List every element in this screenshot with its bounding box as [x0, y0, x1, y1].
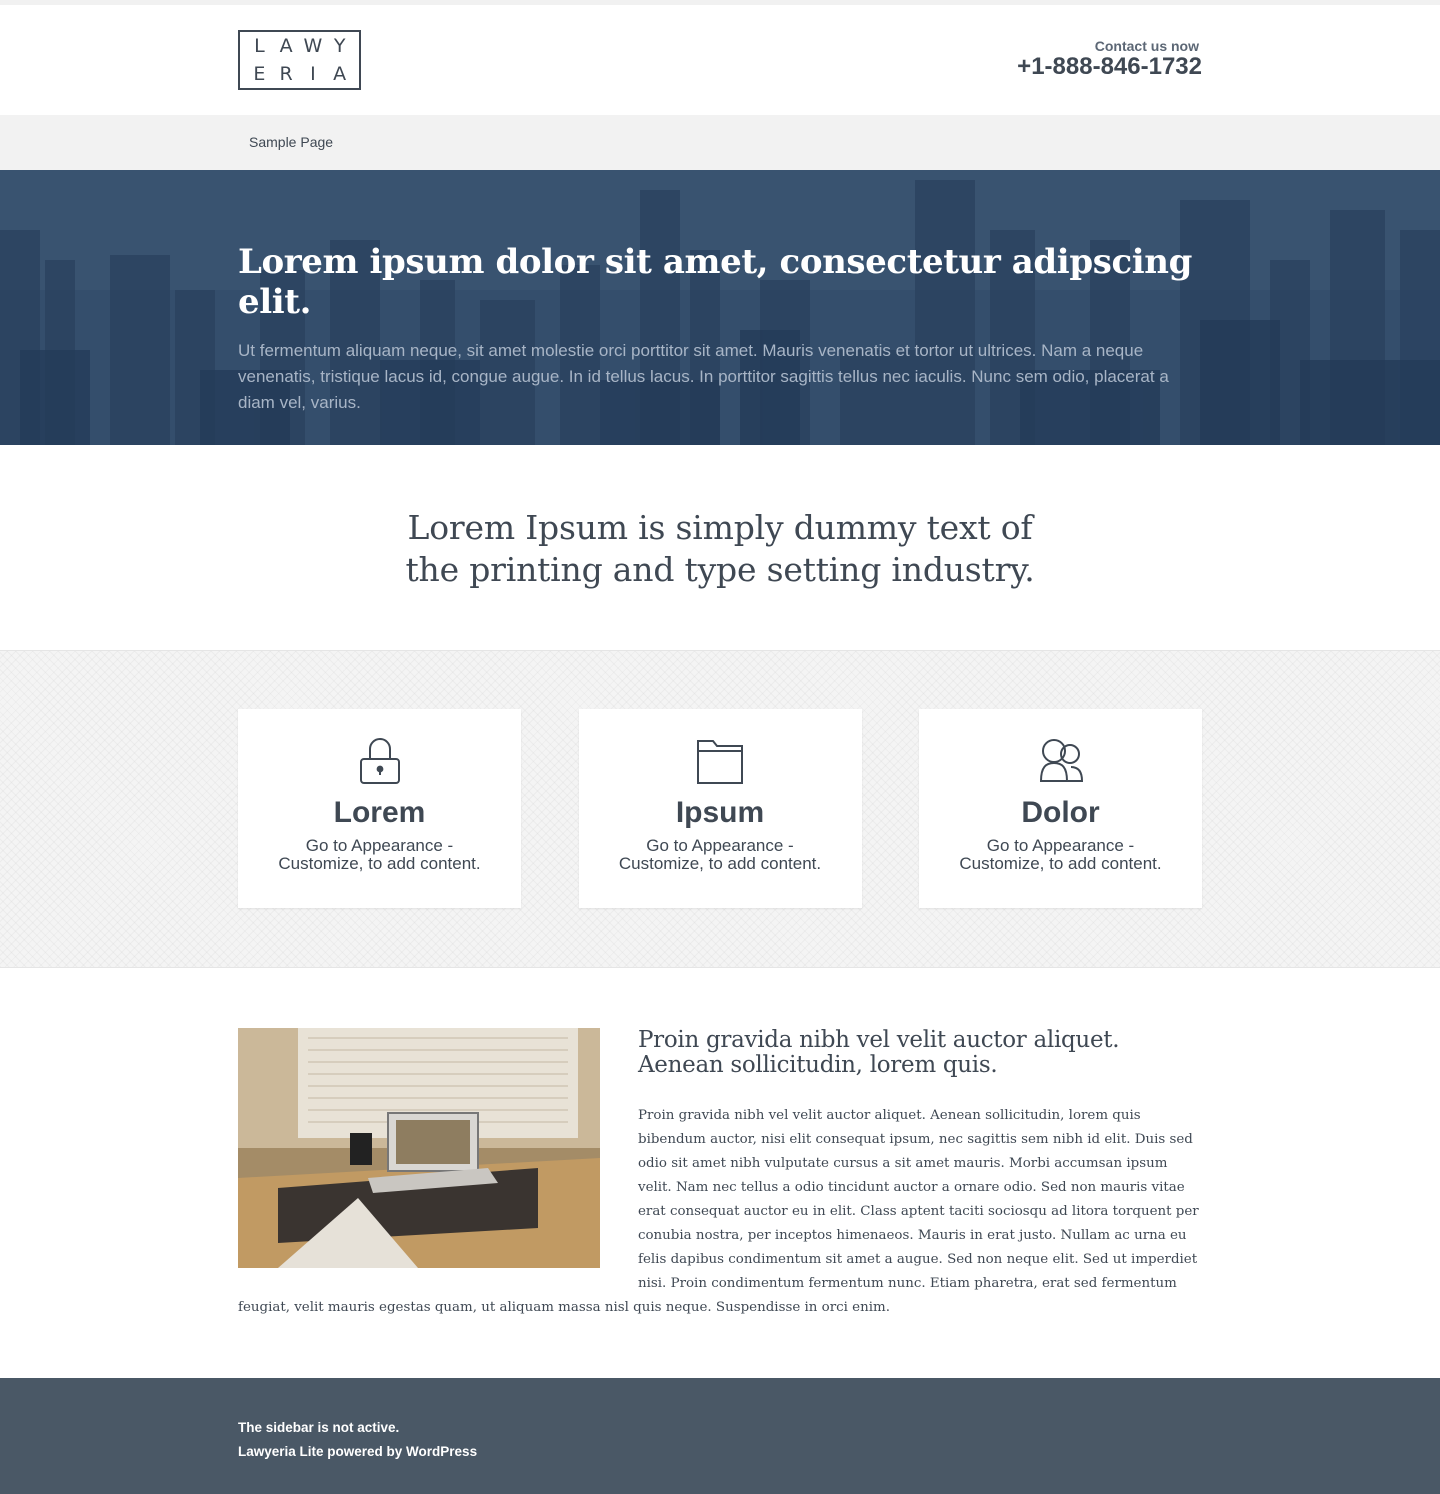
footer-credit-link[interactable]: Lawyeria Lite powered by WordPress: [238, 1440, 1202, 1464]
logo-letter: L: [254, 34, 265, 57]
logo-letter: A: [333, 62, 347, 85]
about-section: Proin gravida nibh vel velit auctor aliq…: [0, 968, 1440, 1378]
feature-text: Go to Appearance - Customize, to add con…: [278, 836, 481, 873]
users-icon: [1039, 739, 1083, 782]
feature-title: Dolor: [1021, 796, 1100, 829]
hero-banner: Lorem ipsum dolor sit amet, consectetur …: [0, 170, 1440, 445]
hero-title: Lorem ipsum dolor sit amet, consectetur …: [238, 242, 1192, 322]
contact-label: Contact us now: [1094, 38, 1199, 54]
feature-card: Lorem Go to Appearance - Customize, to a…: [238, 709, 521, 908]
nav-item-sample-page[interactable]: Sample Page: [249, 134, 333, 150]
logo-letter: E: [253, 62, 266, 85]
site-logo[interactable]: L A W Y E R I A: [238, 30, 361, 90]
sidebar-notice: The sidebar is not active.: [238, 1420, 400, 1435]
logo-letter: I: [310, 62, 316, 85]
main-nav: Sample Page: [0, 115, 1440, 170]
logo-letter: R: [279, 62, 293, 85]
contact-phone[interactable]: +1-888-846-1732: [1017, 54, 1202, 80]
site-footer: The sidebar is not active. Lawyeria Lite…: [0, 1378, 1440, 1494]
workspace-photo: [238, 1028, 600, 1268]
feature-text: Go to Appearance - Customize, to add con…: [618, 836, 822, 873]
feature-text: Go to Appearance - Customize, to add con…: [959, 836, 1162, 873]
feature-title: Ipsum: [675, 796, 765, 829]
hero-text: Ut fermentum aliquam neque, sit amet mol…: [238, 341, 1169, 412]
features-section: Lorem Go to Appearance - Customize, to a…: [0, 650, 1440, 968]
feature-card: Dolor Go to Appearance - Customize, to a…: [919, 709, 1202, 908]
logo-letter: W: [303, 34, 323, 57]
folder-icon: [697, 740, 743, 784]
contact-block: Contact us now +1-888-846-1732: [1017, 38, 1202, 80]
feature-card: Ipsum Go to Appearance - Customize, to a…: [578, 709, 862, 908]
site-header: L A W Y E R I A Contact us now +1-888-84…: [0, 5, 1440, 115]
intro-headline: Lorem Ipsum is simply dummy text of the …: [405, 508, 1035, 589]
logo-letter: A: [279, 34, 293, 57]
intro-section: Lorem Ipsum is simply dummy text of the …: [0, 445, 1440, 650]
logo-letter: Y: [333, 34, 346, 57]
lock-icon: [359, 738, 400, 784]
feature-title: Lorem: [333, 796, 426, 829]
